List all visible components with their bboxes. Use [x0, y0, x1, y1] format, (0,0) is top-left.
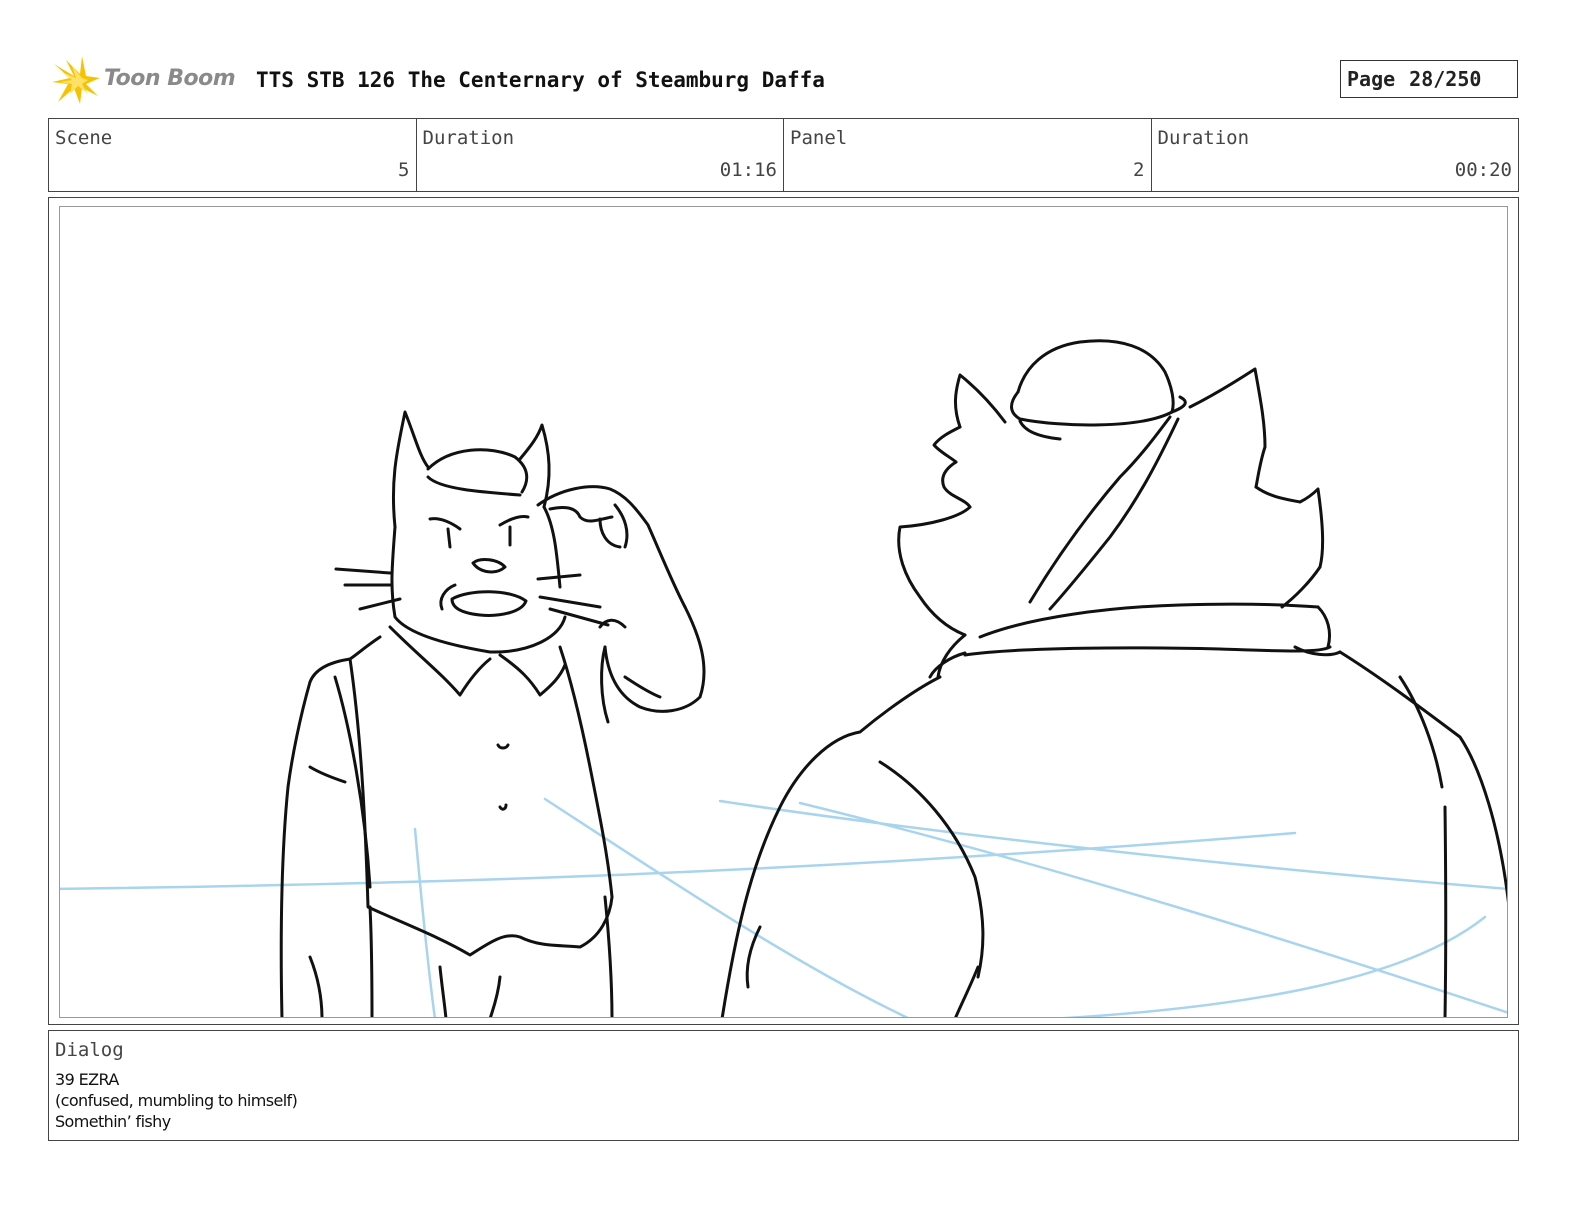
page-number: 28/250: [1409, 67, 1482, 91]
dialog-line: Somethin’ fishy: [55, 1112, 171, 1131]
storyboard-title: TTS STB 126 The Centernary of Steamburg …: [256, 68, 825, 92]
dialog-box: Dialog 39 EZRA (confused, mumbling to hi…: [48, 1030, 1519, 1141]
panel-label: Panel: [790, 127, 848, 149]
dialog-label: Dialog: [55, 1039, 124, 1061]
panel-duration-value: 00:20: [1454, 159, 1512, 181]
panel-frame: [48, 197, 1519, 1025]
scene-cell: Scene 5: [49, 119, 417, 191]
page-label: Page: [1347, 67, 1396, 91]
scene-label: Scene: [55, 127, 113, 149]
panel-cell: Panel 2: [784, 119, 1152, 191]
page-indicator: Page 28/250: [1340, 60, 1518, 98]
scene-duration-cell: Duration 01:16: [417, 119, 784, 191]
panel-duration-cell: Duration 00:20: [1152, 119, 1519, 191]
character-back-view: [720, 339, 1507, 1017]
storyboard-sketch: [60, 339, 1507, 1017]
panel-image-area: [59, 206, 1508, 1018]
toon-boom-burst-icon: [52, 56, 100, 104]
logo-text: Toon Boom: [104, 66, 236, 91]
dialog-line: (confused, mumbling to himself): [55, 1091, 298, 1110]
toon-boom-logo: Toon Boom: [52, 56, 242, 106]
panel-info-bar: Scene 5 Duration 01:16 Panel 2 Duration …: [48, 118, 1519, 192]
panel-duration-label: Duration: [1157, 127, 1250, 149]
guide-lines: [60, 797, 1507, 1017]
scene-value: 5: [398, 159, 410, 181]
panel-value: 2: [1133, 159, 1145, 181]
cat-character-left: [279, 410, 706, 1017]
dialog-line: 39 EZRA: [55, 1070, 119, 1089]
dialog-lines: 39 EZRA (confused, mumbling to himself) …: [55, 1069, 298, 1132]
scene-duration-value: 01:16: [719, 159, 777, 181]
scene-duration-label: Duration: [422, 127, 515, 149]
